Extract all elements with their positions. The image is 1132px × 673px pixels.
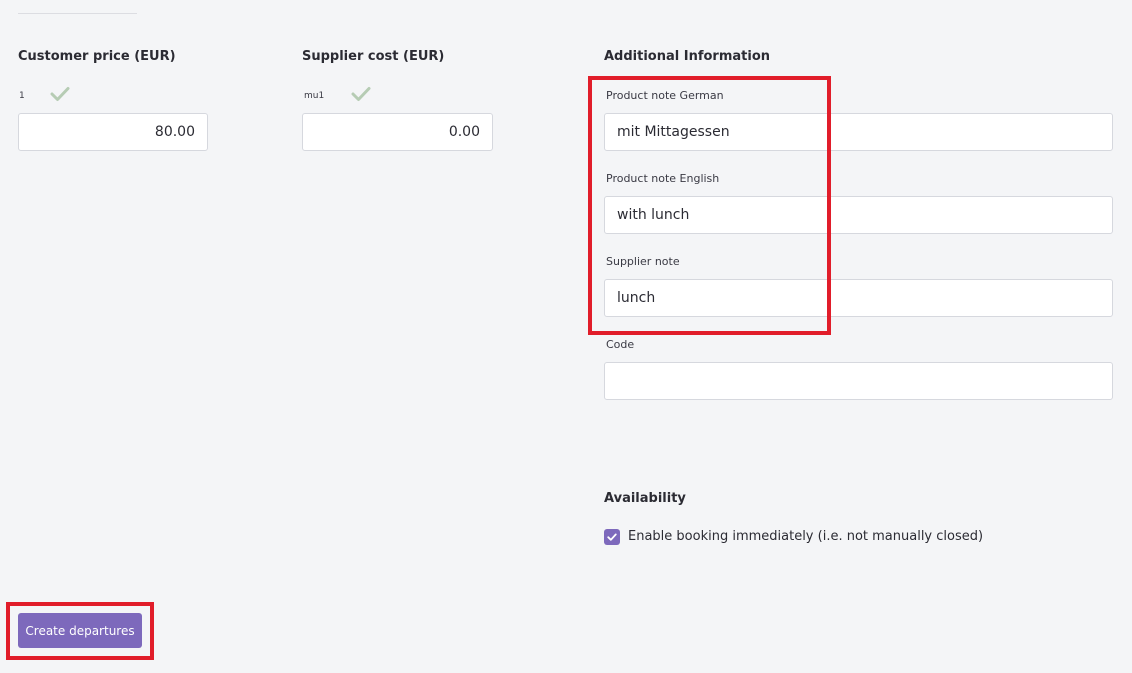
enable-booking-checkbox[interactable] (604, 529, 620, 545)
customer-price-heading: Customer price (EUR) (18, 49, 176, 64)
supplier-cost-heading: Supplier cost (EUR) (302, 49, 445, 64)
supplier-cost-input[interactable] (302, 113, 493, 151)
additional-information-heading: Additional Information (604, 49, 771, 64)
supplier-cost-row-label: mu1 (304, 91, 325, 101)
highlight-box-notes (588, 76, 831, 335)
customer-price-row-label: 1 (19, 91, 25, 101)
check-icon (351, 87, 371, 101)
enable-booking-label[interactable]: Enable booking immediately (i.e. not man… (628, 529, 983, 544)
highlight-box-button (6, 602, 154, 660)
code-input[interactable] (604, 362, 1113, 400)
checkbox-check-icon (607, 533, 617, 541)
availability-heading: Availability (604, 491, 686, 506)
top-divider (18, 13, 137, 14)
check-icon (50, 87, 70, 101)
customer-price-input[interactable] (18, 113, 208, 151)
code-label: Code (606, 338, 635, 351)
